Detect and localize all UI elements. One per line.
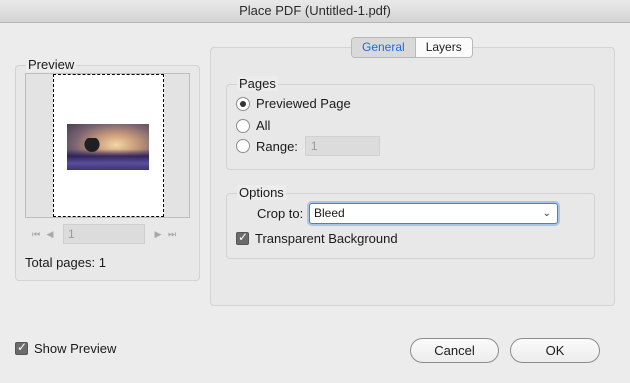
crop-to-value: Bleed [314,206,345,220]
preview-thumbnail-image [67,124,149,170]
first-page-icon[interactable]: ⏮ [29,229,43,240]
radio-label-all: All [256,118,271,133]
tab-bar: General Layers [351,37,473,58]
crop-to-label: Crop to: [257,206,304,221]
chevron-down-icon: ⌄ [542,208,551,219]
transparent-background-checkbox[interactable] [236,230,249,245]
radio-previewed-page[interactable]: Previewed Page [236,96,351,111]
transparent-background-option[interactable]: Transparent Background [236,230,398,246]
tree-silhouette [83,138,101,154]
next-page-icon[interactable]: ▶ [151,229,165,240]
radio-button[interactable] [236,118,250,133]
radio-button-selected[interactable] [236,96,250,111]
show-preview-label: Show Preview [34,341,117,356]
window-title-bar: Place PDF (Untitled-1.pdf) [0,0,630,23]
cancel-button[interactable]: Cancel [410,338,499,363]
preview-legend: Preview [26,57,77,72]
show-preview-checkbox[interactable] [15,340,28,355]
total-pages-label: Total pages: 1 [25,255,106,270]
radio-range[interactable]: Range: 1 [236,136,380,156]
range-input[interactable]: 1 [304,136,380,156]
show-preview-option[interactable]: Show Preview [15,340,117,356]
page-navigation: ⏮ ◀ 1 ▶ ⏭ [29,224,179,244]
last-page-icon[interactable]: ⏭ [165,229,179,240]
page-number-field[interactable]: 1 [63,224,145,244]
window-title: Place PDF (Untitled-1.pdf) [239,3,391,18]
ok-button[interactable]: OK [510,338,600,363]
preview-canvas [25,73,190,218]
preview-page [53,74,164,217]
radio-label-range: Range: [256,138,298,154]
options-legend: Options [237,185,286,200]
previous-page-icon[interactable]: ◀ [43,229,57,240]
crop-to-select[interactable]: Bleed ⌄ [309,203,558,224]
transparent-background-label: Transparent Background [255,231,398,246]
pages-legend: Pages [237,76,278,91]
radio-all[interactable]: All [236,118,270,133]
radio-button[interactable] [236,139,250,153]
tab-layers[interactable]: Layers [416,38,472,57]
radio-label-previewed-page: Previewed Page [256,96,351,111]
tab-general[interactable]: General [352,38,416,57]
